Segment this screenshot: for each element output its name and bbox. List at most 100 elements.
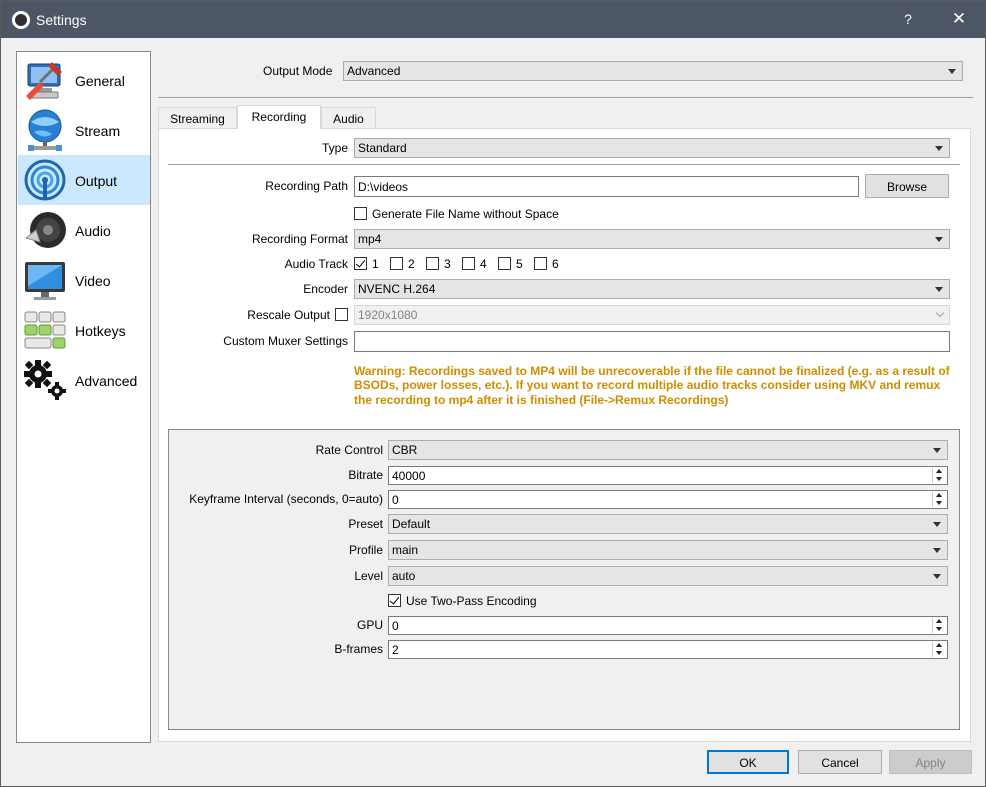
recording-format-select[interactable]: mp4 <box>354 229 950 249</box>
cancel-button[interactable]: Cancel <box>798 750 882 774</box>
keyframe-interval-label: Keyframe Interval (seconds, 0=auto) <box>189 492 383 506</box>
audio-track-6-checkbox[interactable] <box>534 257 547 270</box>
settings-window: Settings ? ✕ General Stream Output Audio… <box>0 0 986 787</box>
advanced-icon <box>24 360 66 400</box>
keyframe-interval-spinbox[interactable]: 0 <box>388 490 948 509</box>
tab-recording[interactable]: Recording <box>237 105 321 129</box>
audio-track-2-checkbox[interactable] <box>390 257 403 270</box>
preset-select[interactable]: Default <box>388 514 948 534</box>
level-select[interactable]: auto <box>388 566 948 586</box>
audio-track-3-label: 3 <box>444 257 451 271</box>
bitrate-value: 40000 <box>392 469 426 483</box>
divider <box>168 164 960 165</box>
tab-streaming[interactable]: Streaming <box>158 107 237 129</box>
preset-value: Default <box>392 517 431 531</box>
type-value: Standard <box>358 141 407 155</box>
audio-icon <box>24 212 66 248</box>
chevron-down-icon <box>948 69 956 74</box>
divider <box>158 97 973 98</box>
spin-up-icon <box>936 619 942 623</box>
spin-buttons[interactable] <box>932 468 946 483</box>
sidebar-item-general[interactable]: General <box>18 55 150 105</box>
chevron-down-icon <box>933 522 941 527</box>
audio-track-4-label: 4 <box>480 257 487 271</box>
level-label: Level <box>354 569 383 583</box>
browse-button[interactable]: Browse <box>865 174 949 198</box>
chevron-down-icon <box>935 308 945 318</box>
audio-track-1-label: 1 <box>372 257 379 271</box>
audio-track-3-checkbox[interactable] <box>426 257 439 270</box>
rescale-resolution-select: 1920x1080 <box>354 305 950 325</box>
rate-control-select[interactable]: CBR <box>388 440 948 460</box>
no-space-checkbox[interactable] <box>354 207 367 220</box>
spin-buttons[interactable] <box>932 618 946 633</box>
bframes-label: B-frames <box>334 642 383 656</box>
sidebar-item-hotkeys[interactable]: Hotkeys <box>18 305 150 355</box>
two-pass-label: Use Two-Pass Encoding <box>406 594 537 608</box>
sidebar-item-audio[interactable]: Audio <box>18 205 150 255</box>
output-mode-label: Output Mode <box>263 64 333 78</box>
encoder-select[interactable]: NVENC H.264 <box>354 279 950 299</box>
keyframe-interval-value: 0 <box>392 493 399 507</box>
encoder-value: NVENC H.264 <box>358 282 436 296</box>
bitrate-spinbox[interactable]: 40000 <box>388 466 948 485</box>
type-select[interactable]: Standard <box>354 138 950 158</box>
bframes-spinbox[interactable]: 2 <box>388 640 948 659</box>
spin-buttons[interactable] <box>932 492 946 507</box>
custom-muxer-input[interactable] <box>354 331 950 352</box>
chevron-down-icon <box>933 448 941 453</box>
ok-button[interactable]: OK <box>707 750 789 774</box>
chevron-down-icon <box>933 574 941 579</box>
preset-label: Preset <box>348 517 383 531</box>
spin-buttons[interactable] <box>932 642 946 657</box>
chevron-down-icon <box>935 237 943 242</box>
settings-sidebar: General Stream Output Audio Video Hotkey… <box>16 51 151 743</box>
spin-up-icon <box>936 493 942 497</box>
title-bar[interactable]: Settings ? ✕ <box>1 1 985 38</box>
audio-track-2-label: 2 <box>408 257 415 271</box>
audio-track-4-checkbox[interactable] <box>462 257 475 270</box>
rescale-output-label: Rescale Output <box>247 308 330 322</box>
recording-format-label: Recording Format <box>251 232 348 246</box>
two-pass-checkbox[interactable] <box>388 594 401 607</box>
close-button[interactable]: ✕ <box>949 9 969 29</box>
general-icon <box>26 62 62 100</box>
output-icon <box>24 159 66 201</box>
profile-select[interactable]: main <box>388 540 948 560</box>
output-mode-select[interactable]: Advanced <box>343 61 963 81</box>
sidebar-item-video[interactable]: Video <box>18 255 150 305</box>
tab-audio[interactable]: Audio <box>321 107 376 129</box>
rescale-resolution-value: 1920x1080 <box>358 308 418 322</box>
sidebar-item-label: Video <box>75 273 111 289</box>
spin-down-icon <box>936 501 942 505</box>
rescale-output-checkbox[interactable] <box>335 308 348 321</box>
help-button[interactable]: ? <box>901 11 915 27</box>
window-title: Settings <box>36 12 87 28</box>
rate-control-label: Rate Control <box>315 443 383 457</box>
bitrate-label: Bitrate <box>348 468 383 482</box>
sidebar-item-output[interactable]: Output <box>18 155 150 205</box>
recording-path-input[interactable]: D:\videos <box>354 176 859 197</box>
chevron-down-icon <box>935 287 943 292</box>
chevron-down-icon <box>933 548 941 553</box>
apply-button: Apply <box>889 750 972 774</box>
sidebar-item-advanced[interactable]: Advanced <box>18 355 150 405</box>
browse-button-label: Browse <box>886 180 927 194</box>
spin-up-icon <box>936 643 942 647</box>
level-value: auto <box>392 569 416 583</box>
sidebar-item-stream[interactable]: Stream <box>18 105 150 155</box>
audio-track-1-checkbox[interactable] <box>354 257 367 270</box>
gpu-spinbox[interactable]: 0 <box>388 616 948 635</box>
tab-label: Audio <box>333 112 364 126</box>
sidebar-item-label: Audio <box>75 223 111 239</box>
tab-label: Recording <box>251 110 307 124</box>
output-mode-value: Advanced <box>347 64 401 78</box>
profile-value: main <box>392 543 419 557</box>
audio-track-5-checkbox[interactable] <box>498 257 511 270</box>
spin-up-icon <box>936 469 942 473</box>
sidebar-item-label: Stream <box>75 123 121 139</box>
obs-logo-icon <box>12 11 30 29</box>
sidebar-item-label: Output <box>75 173 118 189</box>
rate-control-value: CBR <box>392 443 418 457</box>
encoder-label: Encoder <box>303 282 348 296</box>
